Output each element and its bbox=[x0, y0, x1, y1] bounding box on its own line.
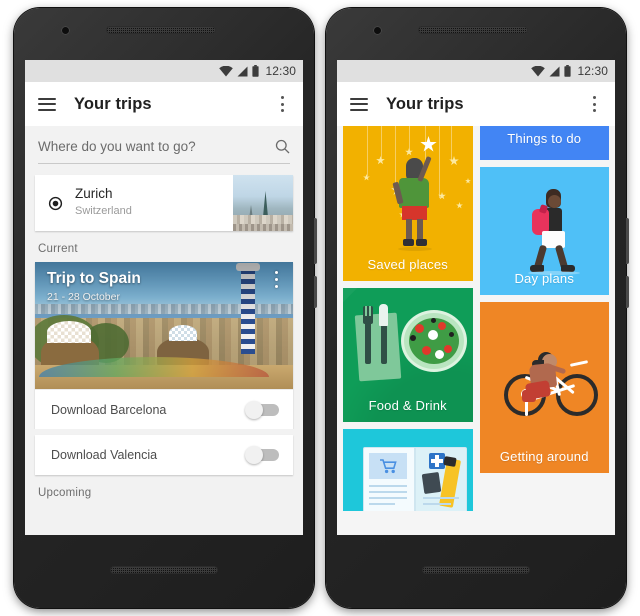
power-button[interactable] bbox=[626, 218, 629, 264]
search-icon[interactable] bbox=[275, 139, 290, 154]
page-title: Your trips bbox=[74, 94, 152, 113]
status-bar-clock: 12:30 bbox=[265, 64, 296, 78]
earpiece-speaker bbox=[106, 26, 216, 34]
earpiece-speaker bbox=[418, 26, 528, 34]
bottom-speaker-grille bbox=[110, 566, 218, 574]
battery-icon bbox=[252, 65, 260, 77]
search-input[interactable]: Where do you want to go? bbox=[38, 139, 290, 164]
phone-bottom-bezel bbox=[326, 535, 626, 608]
location-country: Switzerland bbox=[75, 205, 132, 218]
trip-hero-image: Trip to Spain 21 - 28 October bbox=[35, 262, 293, 389]
location-suggestion-body: Zurich Switzerland bbox=[35, 175, 233, 231]
power-button[interactable] bbox=[314, 218, 317, 264]
trip-dates: 21 - 28 October bbox=[47, 291, 120, 303]
screenshot-stage: 12:30 Your trips Where do you want to go… bbox=[0, 0, 640, 616]
tile-things-to-do[interactable]: Things to do bbox=[479, 126, 609, 160]
phone-top-bezel bbox=[14, 8, 314, 60]
location-suggestion-card[interactable]: Zurich Switzerland bbox=[35, 175, 293, 231]
location-thumbnail-image bbox=[233, 175, 293, 231]
download-row-label: Download Barcelona bbox=[51, 402, 167, 417]
status-bar: 12:30 bbox=[25, 60, 303, 82]
phone-screen-right: 12:30 Your trips Saved places Food & Dri… bbox=[337, 60, 615, 535]
section-header-current: Current bbox=[38, 243, 78, 255]
status-bar: 12:30 bbox=[337, 60, 615, 82]
tile-guidebook[interactable] bbox=[343, 429, 473, 511]
phone-top-bezel bbox=[326, 8, 626, 60]
search-bar: Where do you want to go? bbox=[25, 126, 303, 164]
location-name: Zurich bbox=[75, 186, 113, 202]
signal-icon bbox=[549, 66, 560, 76]
trip-title: Trip to Spain bbox=[47, 270, 141, 287]
tile-getting-around[interactable]: Getting around bbox=[479, 302, 609, 473]
volume-button[interactable] bbox=[314, 276, 317, 308]
hamburger-menu-icon[interactable] bbox=[350, 97, 368, 111]
download-row[interactable]: Download Barcelona bbox=[35, 389, 293, 429]
tile-saved-places[interactable]: Saved places bbox=[343, 126, 473, 281]
hamburger-menu-icon[interactable] bbox=[38, 97, 56, 111]
trip-card-secondary[interactable]: Download Valencia bbox=[35, 435, 293, 475]
front-camera-icon bbox=[61, 26, 70, 35]
explore-tiles-grid: Saved places Food & Drink Things to do D… bbox=[337, 126, 615, 535]
tile-grid-column-left: Saved places Food & Drink bbox=[343, 126, 473, 511]
download-row-label: Download Valencia bbox=[51, 448, 158, 462]
app-bar: Your trips bbox=[25, 82, 303, 126]
tile-grid-column-right: Things to do Day plans Getting around bbox=[479, 126, 609, 511]
tile-label: Food & Drink bbox=[368, 398, 447, 413]
tile-grid: Saved places Food & Drink Things to do D… bbox=[343, 126, 609, 511]
download-toggle-switch[interactable] bbox=[245, 400, 279, 419]
tile-label: Things to do bbox=[507, 131, 582, 146]
bottom-speaker-grille bbox=[422, 566, 530, 574]
download-toggle-switch[interactable] bbox=[245, 446, 279, 464]
status-bar-clock: 12:30 bbox=[577, 64, 608, 78]
overflow-menu-icon[interactable] bbox=[274, 95, 290, 113]
signal-icon bbox=[237, 66, 248, 76]
search-placeholder: Where do you want to go? bbox=[38, 139, 196, 154]
tile-label: Day plans bbox=[514, 271, 575, 286]
tile-label: Getting around bbox=[499, 449, 589, 464]
trip-card[interactable]: Trip to Spain 21 - 28 October Download B… bbox=[35, 262, 293, 429]
phone-screen-left: 12:30 Your trips Where do you want to go… bbox=[25, 60, 303, 535]
app-bar: Your trips bbox=[337, 82, 615, 126]
tile-day-plans[interactable]: Day plans bbox=[479, 167, 609, 295]
page-title: Your trips bbox=[386, 94, 464, 113]
shopping-cart-icon bbox=[380, 459, 397, 474]
phone-bottom-bezel bbox=[14, 535, 314, 608]
wifi-icon bbox=[219, 65, 234, 76]
battery-icon bbox=[564, 65, 572, 77]
phone-device-right: 12:30 Your trips Saved places Food & Dri… bbox=[326, 8, 629, 608]
tile-label: Saved places bbox=[367, 257, 448, 272]
volume-button[interactable] bbox=[626, 276, 629, 308]
trip-overflow-menu-icon[interactable] bbox=[269, 271, 283, 288]
wifi-icon bbox=[531, 65, 546, 76]
phone-device-left: 12:30 Your trips Where do you want to go… bbox=[14, 8, 317, 608]
trips-list-content: Where do you want to go? Zurich Switzerl… bbox=[25, 126, 303, 535]
front-camera-icon bbox=[373, 26, 382, 35]
overflow-menu-icon[interactable] bbox=[586, 95, 602, 113]
gps-location-icon bbox=[48, 196, 63, 210]
download-row[interactable]: Download Valencia bbox=[35, 435, 293, 475]
section-header-upcoming: Upcoming bbox=[38, 487, 92, 499]
tile-food-and-drink[interactable]: Food & Drink bbox=[343, 288, 473, 422]
